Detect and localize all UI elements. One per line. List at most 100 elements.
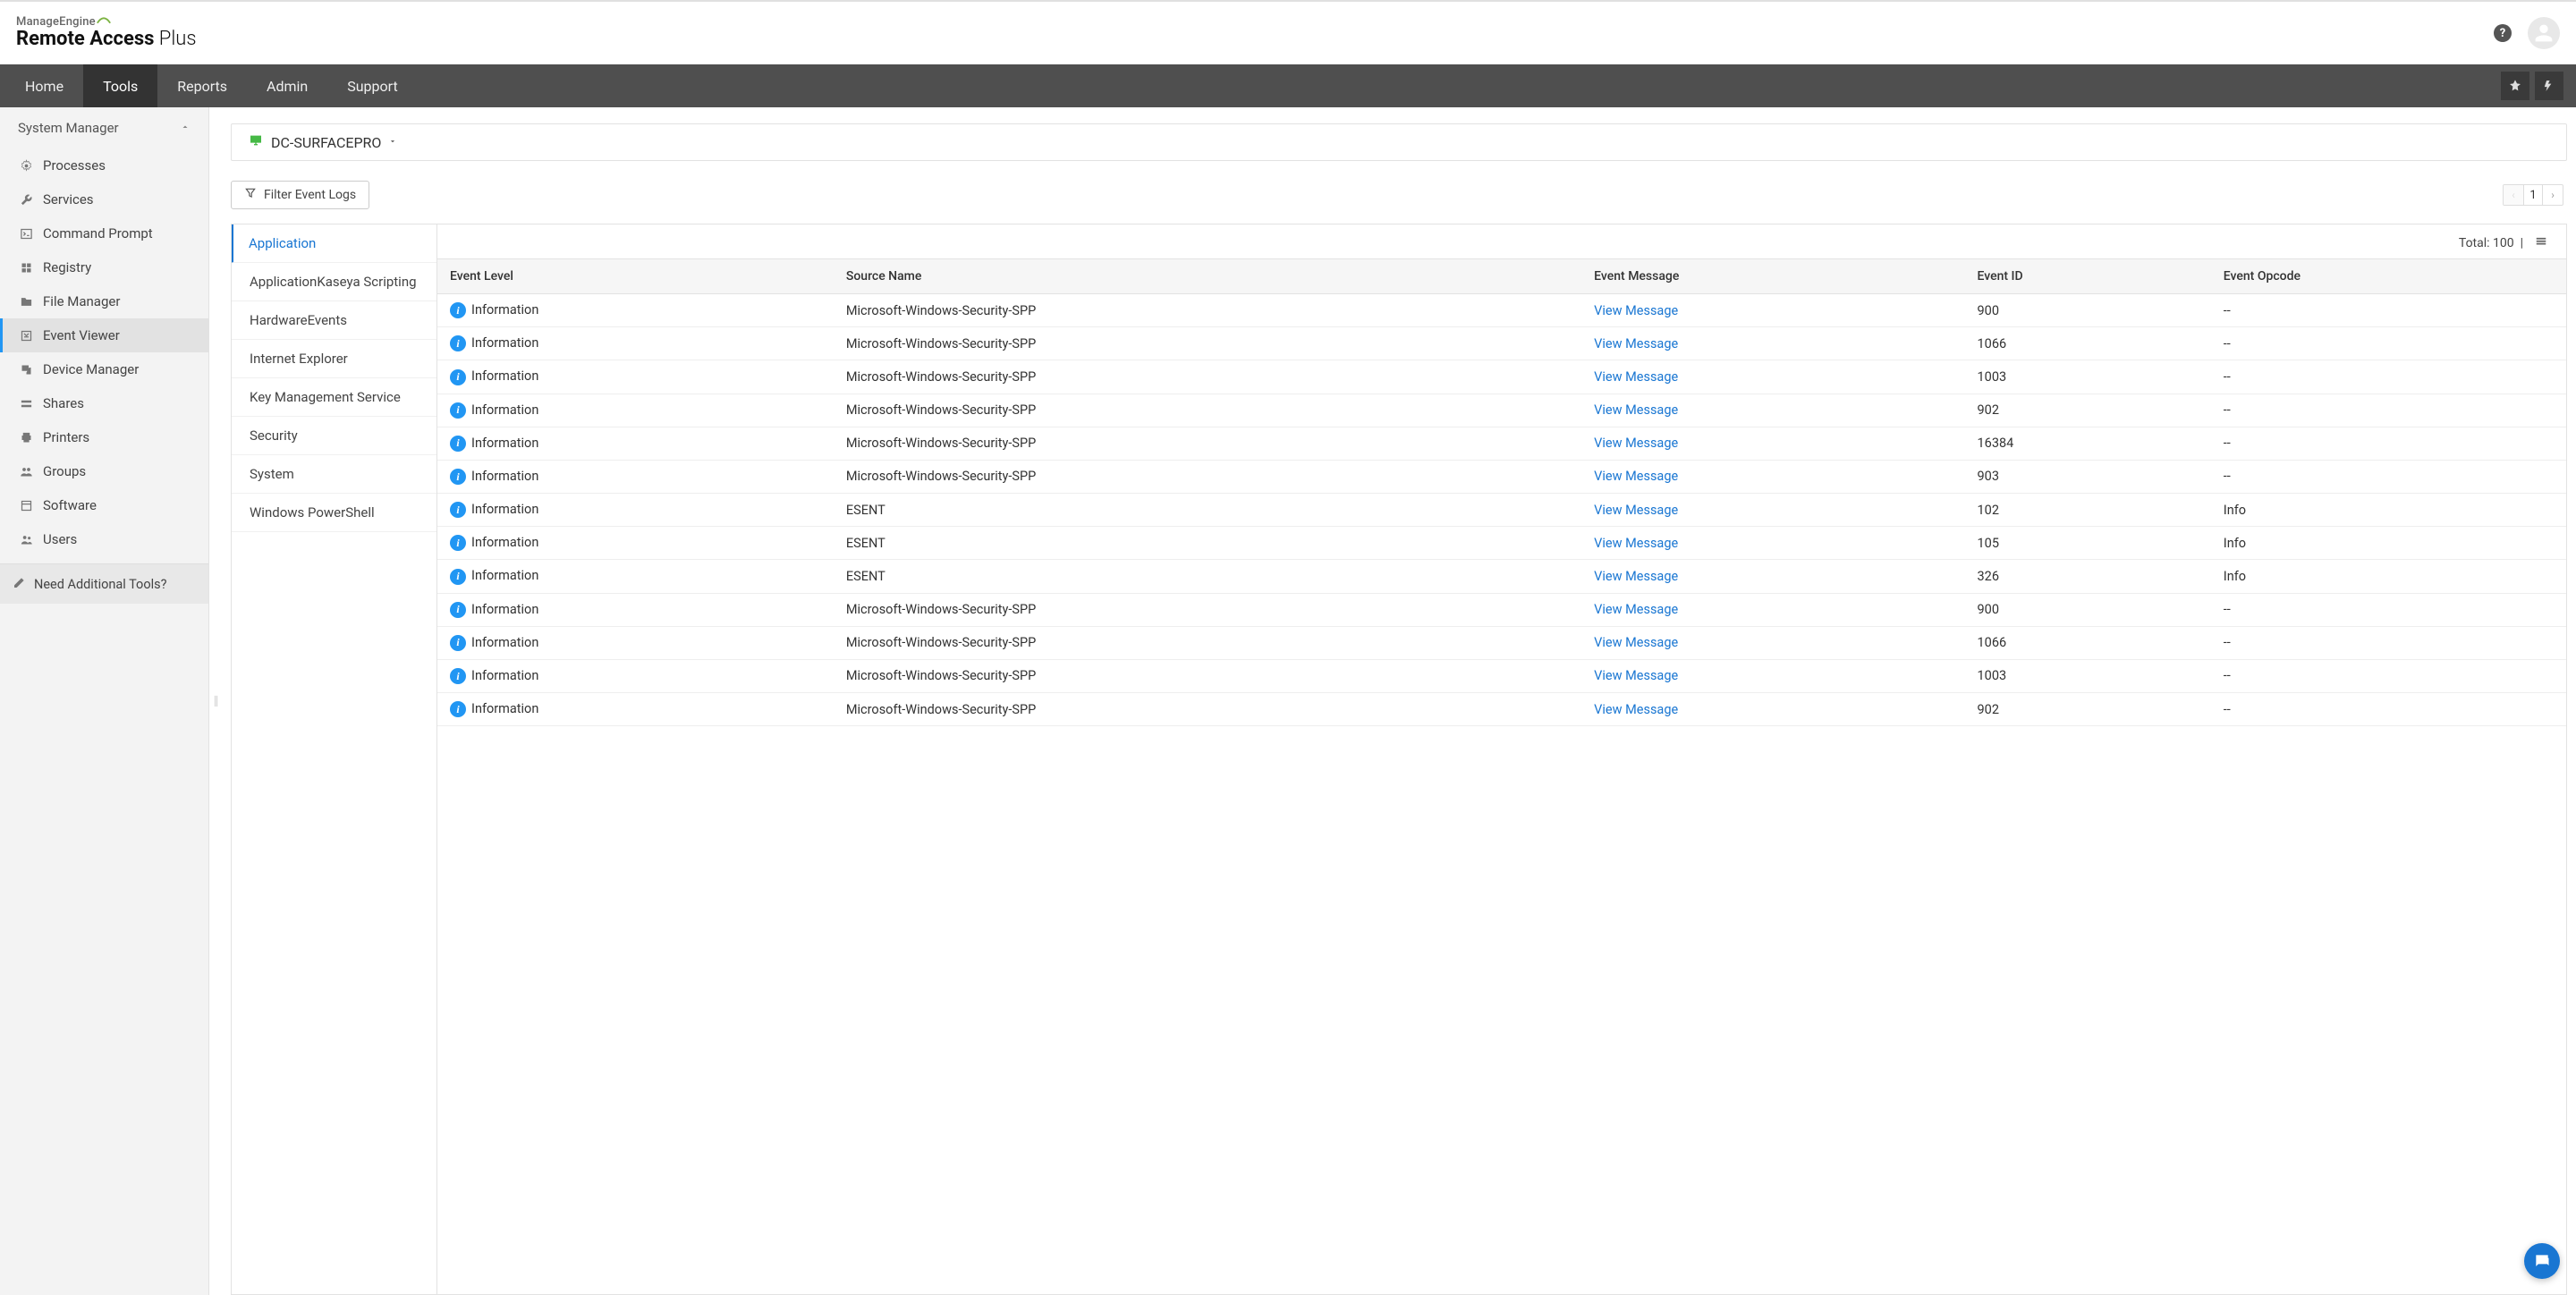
chat-fab[interactable]	[2524, 1243, 2560, 1279]
info-icon: i	[450, 402, 466, 419]
nav-support[interactable]: Support	[327, 64, 417, 107]
cell-opcode: --	[2211, 427, 2566, 460]
category-item[interactable]: System	[232, 455, 436, 494]
table-row: iInformationMicrosoft-Windows-Security-S…	[437, 360, 2566, 394]
cell-message: View Message	[1581, 494, 1964, 527]
cell-id: 902	[1965, 394, 2211, 427]
sidebar-item-users[interactable]: Users	[0, 522, 208, 556]
pager: ‹ 1 ›	[2503, 184, 2563, 206]
view-message-link[interactable]: View Message	[1594, 702, 1678, 717]
cell-id: 900	[1965, 294, 2211, 327]
info-icon: i	[450, 569, 466, 585]
view-message-link[interactable]: View Message	[1594, 336, 1678, 351]
cell-message: View Message	[1581, 394, 1964, 427]
sidebar-item-registry[interactable]: Registry	[0, 250, 208, 284]
view-message-link[interactable]: View Message	[1594, 602, 1678, 617]
cell-opcode: --	[2211, 593, 2566, 626]
category-list: ApplicationApplicationKaseya ScriptingHa…	[232, 224, 437, 1294]
sidebar-item-device-manager[interactable]: Device Manager	[0, 352, 208, 386]
cell-id: 16384	[1965, 427, 2211, 460]
table-row: iInformationESENTView Message105Info	[437, 527, 2566, 560]
column-header[interactable]: Event ID	[1965, 259, 2211, 294]
cell-message: View Message	[1581, 460, 1964, 493]
user-avatar[interactable]	[2528, 17, 2560, 49]
category-item[interactable]: ApplicationKaseya Scripting	[232, 263, 436, 301]
software-icon	[18, 499, 34, 512]
cell-message: View Message	[1581, 427, 1964, 460]
brand-arc-icon	[96, 16, 112, 29]
category-item[interactable]: HardwareEvents	[232, 301, 436, 340]
sidebar-item-event-viewer[interactable]: Event Viewer	[0, 318, 208, 352]
info-icon: i	[450, 535, 466, 551]
need-additional-tools[interactable]: Need Additional Tools?	[0, 563, 208, 604]
groups-icon	[18, 465, 34, 478]
view-message-link[interactable]: View Message	[1594, 536, 1678, 551]
cell-id: 105	[1965, 527, 2211, 560]
category-item[interactable]: Windows PowerShell	[232, 494, 436, 532]
cell-id: 900	[1965, 593, 2211, 626]
rocket-icon[interactable]	[2501, 72, 2529, 100]
nav-home[interactable]: Home	[0, 64, 83, 107]
sidebar-item-processes[interactable]: Processes	[0, 148, 208, 182]
help-icon[interactable]: ?	[2494, 24, 2512, 42]
cell-level: iInformation	[437, 360, 834, 394]
view-message-link[interactable]: View Message	[1594, 369, 1678, 385]
sidebar-item-printers[interactable]: Printers	[0, 420, 208, 454]
sidebar-item-software[interactable]: Software	[0, 488, 208, 522]
view-message-link[interactable]: View Message	[1594, 668, 1678, 683]
table-row: iInformationMicrosoft-Windows-Security-S…	[437, 693, 2566, 726]
cell-source: Microsoft-Windows-Security-SPP	[834, 593, 1581, 626]
main-nav: Home Tools Reports Admin Support	[0, 64, 2576, 107]
view-message-link[interactable]: View Message	[1594, 503, 1678, 518]
pager-next[interactable]: ›	[2543, 185, 2563, 205]
sidebar-item-command-prompt[interactable]: Command Prompt	[0, 216, 208, 250]
nav-reports[interactable]: Reports	[157, 64, 247, 107]
cell-opcode: --	[2211, 460, 2566, 493]
cell-message: View Message	[1581, 527, 1964, 560]
column-header[interactable]: Event Opcode	[2211, 259, 2566, 294]
cell-opcode: --	[2211, 294, 2566, 327]
view-message-link[interactable]: View Message	[1594, 303, 1678, 318]
device-selector[interactable]: DC-SURFACEPRO	[231, 123, 2567, 161]
category-item[interactable]: Security	[232, 417, 436, 455]
view-message-link[interactable]: View Message	[1594, 469, 1678, 484]
sidebar-item-file-manager[interactable]: File Manager	[0, 284, 208, 318]
pager-prev[interactable]: ‹	[2504, 185, 2523, 205]
column-header[interactable]: Source Name	[834, 259, 1581, 294]
brand-product: Remote Access Plus	[16, 29, 197, 50]
view-message-link[interactable]: View Message	[1594, 402, 1678, 418]
terminal-icon	[18, 227, 34, 241]
nav-left: Home Tools Reports Admin Support	[0, 64, 418, 107]
view-message-link[interactable]: View Message	[1594, 569, 1678, 584]
info-icon: i	[450, 668, 466, 684]
device-name: DC-SURFACEPRO	[271, 134, 381, 151]
view-message-link[interactable]: View Message	[1594, 436, 1678, 451]
column-header[interactable]: Event Message	[1581, 259, 1964, 294]
printer-icon	[18, 431, 34, 444]
cell-id: 1066	[1965, 327, 2211, 360]
category-item[interactable]: Key Management Service	[232, 378, 436, 417]
users-icon	[18, 533, 34, 546]
sidebar-item-label: Users	[43, 531, 77, 547]
category-item[interactable]: Application	[232, 224, 436, 263]
cell-opcode: --	[2211, 360, 2566, 394]
table-row: iInformationMicrosoft-Windows-Security-S…	[437, 294, 2566, 327]
sidebar-item-shares[interactable]: Shares	[0, 386, 208, 420]
filter-event-logs-button[interactable]: Filter Event Logs	[231, 181, 369, 209]
device-icon	[18, 363, 34, 377]
info-icon: i	[450, 635, 466, 651]
column-header[interactable]: Event Level	[437, 259, 834, 294]
sidebar-item-services[interactable]: Services	[0, 182, 208, 216]
sidebar-section-header[interactable]: System Manager	[0, 107, 208, 148]
nav-admin[interactable]: Admin	[247, 64, 327, 107]
nav-tools[interactable]: Tools	[83, 64, 157, 107]
sidebar-item-label: Command Prompt	[43, 225, 153, 241]
sidebar-collapse-handle[interactable]: ║	[209, 685, 220, 717]
cell-level: iInformation	[437, 494, 834, 527]
cell-level: iInformation	[437, 659, 834, 692]
bolt-icon[interactable]	[2535, 72, 2563, 100]
columns-icon[interactable]	[2534, 235, 2548, 251]
category-item[interactable]: Internet Explorer	[232, 340, 436, 378]
sidebar-item-groups[interactable]: Groups	[0, 454, 208, 488]
view-message-link[interactable]: View Message	[1594, 635, 1678, 650]
